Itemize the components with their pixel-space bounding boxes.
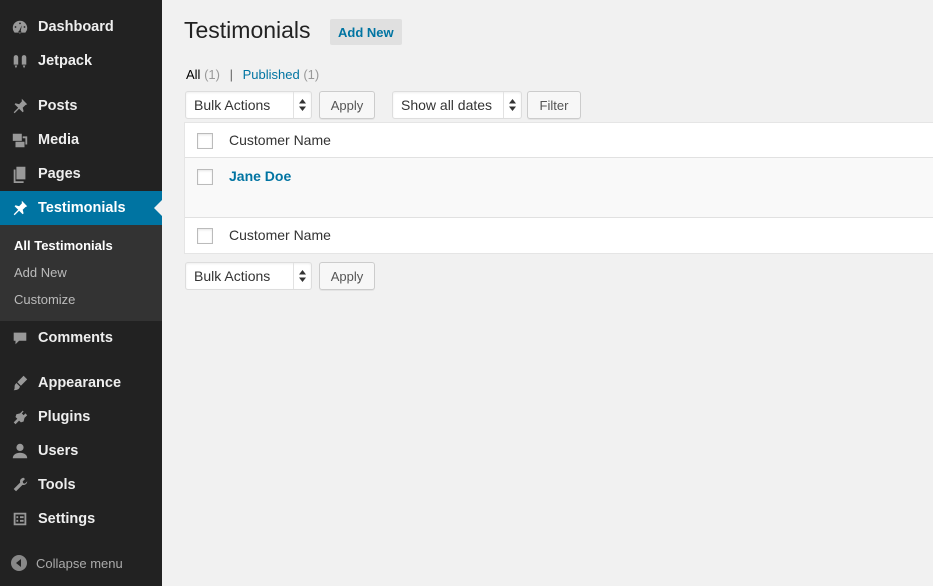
pages-icon xyxy=(10,164,30,184)
menu-tools[interactable]: Tools xyxy=(0,468,162,502)
view-published-link[interactable]: Published xyxy=(243,67,300,82)
row-checkbox[interactable] xyxy=(197,169,213,185)
menu-label: Comments xyxy=(38,330,113,346)
menu-users[interactable]: Users xyxy=(0,434,162,468)
select-arrows-icon xyxy=(503,92,521,118)
collapse-label: Collapse menu xyxy=(36,555,123,571)
view-all-link[interactable]: All xyxy=(186,67,200,82)
select-all-checkbox-bottom[interactable] xyxy=(197,228,213,244)
menu-appearance[interactable]: Appearance xyxy=(0,366,162,400)
add-new-button[interactable]: Add New xyxy=(330,19,402,45)
bulk-actions-select-top[interactable]: Bulk Actions xyxy=(185,91,312,119)
bulk-actions-value: Bulk Actions xyxy=(194,97,271,113)
date-filter-value: Show all dates xyxy=(401,97,493,113)
submenu-customize[interactable]: Customize xyxy=(14,292,75,307)
menu-label: Dashboard xyxy=(38,19,114,35)
settings-icon xyxy=(10,509,30,529)
menu-plugins[interactable]: Plugins xyxy=(0,400,162,434)
menu-label: Jetpack xyxy=(38,53,93,69)
table-row: Jane Doe xyxy=(185,158,933,218)
select-arrows-icon xyxy=(293,92,311,118)
page-title: Testimonials xyxy=(184,17,311,43)
menu-settings[interactable]: Settings xyxy=(0,502,162,536)
menu-posts[interactable]: Posts xyxy=(0,89,162,123)
collapse-arrow-icon xyxy=(11,555,27,571)
pin-icon xyxy=(10,198,30,218)
table-footer-row: Customer Name xyxy=(185,218,933,253)
menu-label: Appearance xyxy=(38,375,122,391)
menu-dashboard[interactable]: Dashboard xyxy=(0,10,162,44)
menu-label: Pages xyxy=(38,166,81,182)
view-published-count: (1) xyxy=(303,67,320,82)
testimonials-table: Customer Name Jane Doe Customer Name xyxy=(184,122,933,254)
dashboard-icon xyxy=(10,17,30,37)
view-all-count: (1) xyxy=(204,67,220,82)
plugin-icon xyxy=(10,407,30,427)
submenu-all-testimonials[interactable]: All Testimonials xyxy=(14,238,113,253)
menu-label: Posts xyxy=(38,98,78,114)
menu-label: Tools xyxy=(38,477,76,493)
wrench-icon xyxy=(10,475,30,495)
user-icon xyxy=(10,441,30,461)
apply-button-bottom[interactable]: Apply xyxy=(319,262,375,290)
submenu-add-new[interactable]: Add New xyxy=(14,265,67,280)
customer-name-link[interactable]: Jane Doe xyxy=(229,168,291,184)
menu-jetpack[interactable]: Jetpack xyxy=(0,44,162,78)
brush-icon xyxy=(10,373,30,393)
column-customer-name[interactable]: Customer Name xyxy=(229,132,331,148)
select-arrows-icon xyxy=(293,263,311,289)
menu-label: Media xyxy=(38,132,80,148)
view-separator: | xyxy=(229,67,233,82)
bulk-actions-select-bottom[interactable]: Bulk Actions xyxy=(185,262,312,290)
apply-button-top[interactable]: Apply xyxy=(319,91,375,119)
testimonials-submenu: All Testimonials Add New Customize xyxy=(0,225,162,321)
menu-label: Settings xyxy=(38,511,96,527)
menu-comments[interactable]: Comments xyxy=(0,321,162,355)
select-all-checkbox[interactable] xyxy=(197,133,213,149)
collapse-menu-button[interactable]: Collapse menu xyxy=(0,550,123,576)
menu-label: Plugins xyxy=(38,409,91,425)
media-icon xyxy=(10,130,30,150)
filter-button[interactable]: Filter xyxy=(527,91,581,119)
menu-media[interactable]: Media xyxy=(0,123,162,157)
view-filters: All (1) | Published (1) xyxy=(186,67,319,82)
menu-label: Testimonials xyxy=(38,200,126,216)
admin-sidebar: Dashboard Jetpack Posts Media Pages Test… xyxy=(0,0,162,586)
comment-icon xyxy=(10,328,30,348)
column-customer-name-footer[interactable]: Customer Name xyxy=(229,227,331,243)
bulk-actions-value: Bulk Actions xyxy=(194,268,271,284)
jetpack-icon xyxy=(10,51,30,71)
main-content: Testimonials Add New All (1) | Published… xyxy=(162,0,933,586)
pin-icon xyxy=(10,96,30,116)
menu-label: Users xyxy=(38,443,79,459)
table-header-row: Customer Name xyxy=(185,123,933,158)
menu-testimonials[interactable]: Testimonials xyxy=(0,191,162,225)
date-filter-select[interactable]: Show all dates xyxy=(392,91,522,119)
menu-pages[interactable]: Pages xyxy=(0,157,162,191)
